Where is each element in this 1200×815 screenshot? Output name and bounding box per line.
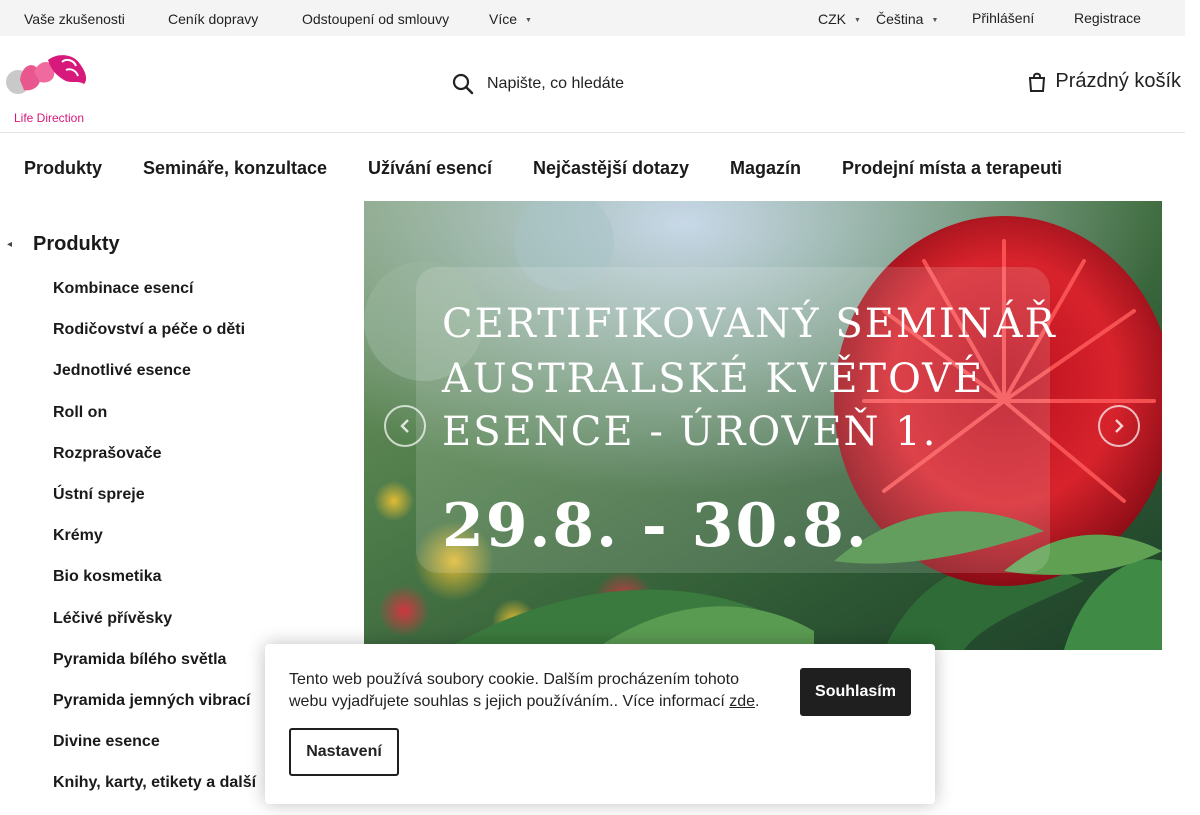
sidebar-item[interactable]: Knihy, karty, etikety a další [53,774,256,815]
cookie-agree-button[interactable]: Souhlasím [800,668,911,716]
top-link-experiences[interactable]: Vaše zkušenosti [24,11,125,27]
search-icon [452,73,474,95]
top-more-dropdown[interactable]: Více ▼ [489,11,532,27]
sidebar-item[interactable]: Bio kosmetika [53,568,256,609]
banner-title-line-1: CERTIFIKOVANÝ SEMINÁŘ [442,301,1057,347]
sidebar-item[interactable]: Roll on [53,404,256,445]
cookie-more-info-link[interactable]: zde [729,693,755,710]
top-link-withdrawal[interactable]: Odstoupení od smlouvy [302,11,449,27]
arrow-right-icon [1115,419,1124,433]
login-link[interactable]: Přihlášení [972,10,1034,26]
cart-icon [1029,72,1046,92]
sidebar-item[interactable]: Pyramida bílého světla [53,651,256,692]
language-dropdown[interactable]: Čeština ▼ [876,11,938,27]
sidebar-category-products[interactable]: ◂ Produkty [7,233,120,256]
arrow-left-icon [400,419,409,433]
logo-mark-icon [6,55,87,94]
site-logo[interactable]: Life Direction [4,50,94,125]
sidebar-list: Kombinace esencí Rodičovství a péče o dě… [53,280,256,815]
sidebar-item[interactable]: Ústní spreje [53,486,256,527]
register-link[interactable]: Registrace [1074,10,1141,26]
search-input[interactable]: Napište, co hledáte [487,75,624,93]
sidebar-item[interactable]: Jednotlivé esence [53,362,256,403]
nav-item-seminars[interactable]: Semináře, konzultace [143,158,327,179]
banner-title-line-2: AUSTRALSKÉ KVĚTOVÉ [442,356,985,402]
top-more-label: Více [489,11,518,27]
site-header: Life Direction Napište, co hledáte Prázd… [0,36,1185,133]
currency-dropdown[interactable]: CZK ▼ [818,11,861,27]
language-label: Čeština [876,11,924,27]
logo-text: Life Direction [14,111,85,125]
currency-label: CZK [818,11,846,27]
cart-button[interactable]: Prázdný košík [1027,70,1181,93]
sidebar-item[interactable]: Pyramida jemných vibrací [53,692,256,733]
nav-item-products[interactable]: Produkty [24,158,102,179]
nav-item-faq[interactable]: Nejčastější dotazy [533,158,689,179]
sidebar-item[interactable]: Krémy [53,527,256,568]
chevron-down-icon: ▼ [931,17,939,24]
sidebar-item[interactable]: Divine esence [53,733,256,774]
search-box[interactable]: Napište, co hledáte [452,68,624,100]
cookie-message-end: . [755,693,760,710]
sidebar-title: Produkty [33,233,120,255]
chevron-down-icon: ▼ [854,17,861,24]
cart-label: Prázdný košík [1055,70,1181,92]
nav-item-magazine[interactable]: Magazín [730,158,801,179]
sidebar-item[interactable]: Léčivé přívěsky [53,610,256,651]
sidebar-item[interactable]: Rozprašovače [53,445,256,486]
banner-dates: 29.8. - 30.8. [442,491,869,561]
nav-item-stores-therapists[interactable]: Prodejní místa a terapeuti [842,158,1062,179]
hero-banner[interactable]: CERTIFIKOVANÝ SEMINÁŘ AUSTRALSKÉ KVĚTOVÉ… [364,201,1162,650]
top-utility-bar: Vaše zkušenosti Ceník dopravy Odstoupení… [0,0,1185,36]
chevron-down-icon: ▼ [525,17,532,24]
cookie-message: Tento web používá soubory cookie. Dalším… [289,669,769,713]
cookie-message-text: Tento web používá soubory cookie. Dalším… [289,671,740,710]
sidebar-item[interactable]: Kombinace esencí [53,280,256,321]
collapse-icon[interactable]: ◂ [7,239,33,250]
slider-prev-button[interactable] [384,405,426,447]
cookie-settings-button[interactable]: Nastavení [289,728,399,776]
cookie-consent-bar: Tento web používá soubory cookie. Dalším… [265,644,935,804]
top-link-shipping-prices[interactable]: Ceník dopravy [168,11,258,27]
nav-item-using-essences[interactable]: Užívání esencí [368,158,492,179]
main-navigation: Produkty Semináře, konzultace Užívání es… [0,133,1185,201]
sidebar-item[interactable]: Rodičovství a péče o děti [53,321,256,362]
banner-title-line-3: ESENCE - ÚROVEŇ 1. [442,409,938,455]
slider-next-button[interactable] [1098,405,1140,447]
